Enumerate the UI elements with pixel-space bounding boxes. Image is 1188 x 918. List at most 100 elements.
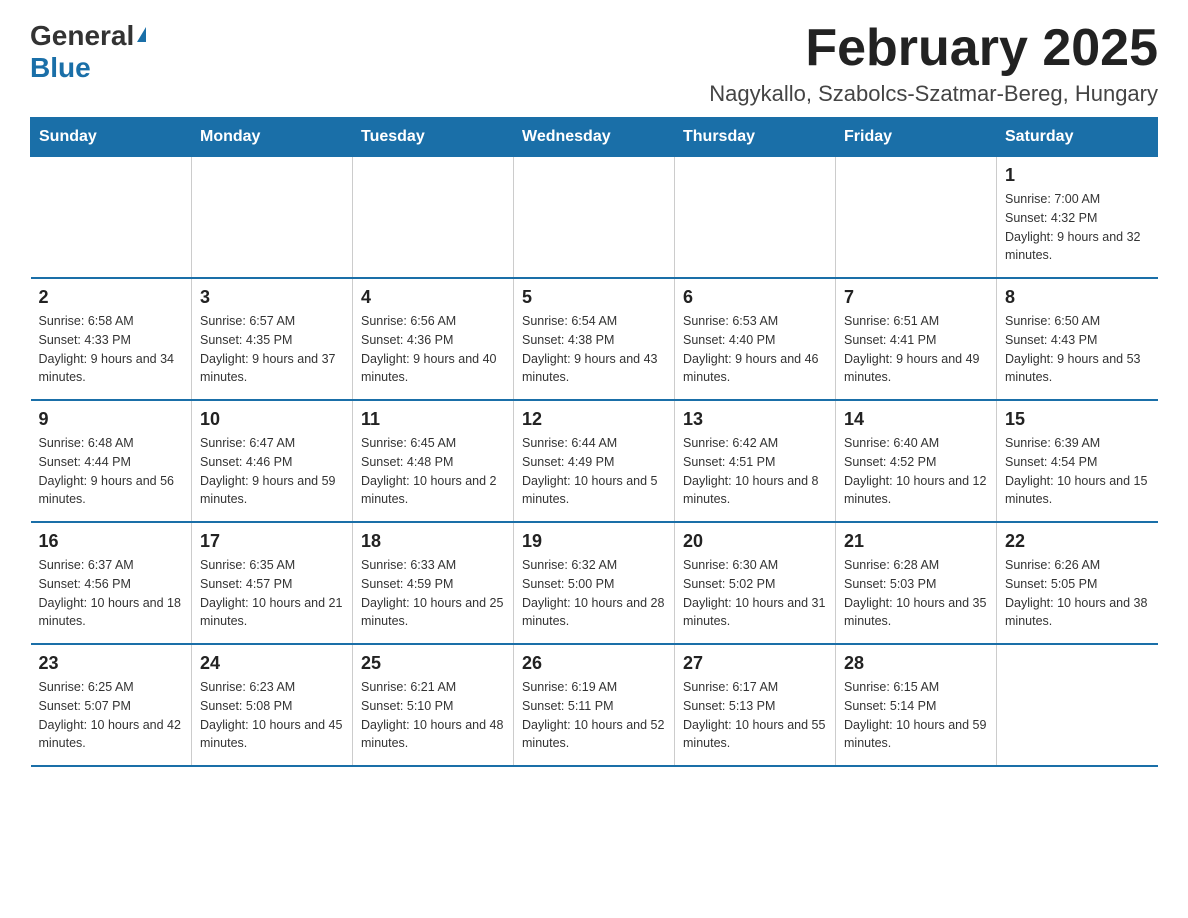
calendar-cell: 9 Sunrise: 6:48 AMSunset: 4:44 PMDaylight…	[31, 400, 192, 522]
day-info: Sunrise: 6:50 AMSunset: 4:43 PMDaylight:…	[1005, 312, 1150, 387]
day-number: 5	[522, 287, 666, 308]
day-number: 11	[361, 409, 505, 430]
calendar-cell	[353, 157, 514, 279]
day-info: Sunrise: 6:44 AMSunset: 4:49 PMDaylight:…	[522, 434, 666, 509]
calendar-cell: 15 Sunrise: 6:39 AMSunset: 4:54 PMDayligh…	[997, 400, 1158, 522]
calendar-table: SundayMondayTuesdayWednesdayThursdayFrid…	[30, 117, 1158, 767]
day-number: 8	[1005, 287, 1150, 308]
day-info: Sunrise: 7:00 AMSunset: 4:32 PMDaylight:…	[1005, 190, 1150, 265]
day-info: Sunrise: 6:15 AMSunset: 5:14 PMDaylight:…	[844, 678, 988, 753]
calendar-cell: 25 Sunrise: 6:21 AMSunset: 5:10 PMDayligh…	[353, 644, 514, 766]
page-header: General Blue February 2025 Nagykallo, Sz…	[30, 20, 1158, 107]
calendar-body: 1 Sunrise: 7:00 AMSunset: 4:32 PMDaylight…	[31, 157, 1158, 767]
day-number: 20	[683, 531, 827, 552]
day-info: Sunrise: 6:42 AMSunset: 4:51 PMDaylight:…	[683, 434, 827, 509]
day-info: Sunrise: 6:57 AMSunset: 4:35 PMDaylight:…	[200, 312, 344, 387]
day-number: 24	[200, 653, 344, 674]
calendar-cell	[31, 157, 192, 279]
calendar-cell: 18Sunrise: 6:33 AMSunset: 4:59 PMDayligh…	[353, 522, 514, 644]
calendar-cell: 14 Sunrise: 6:40 AMSunset: 4:52 PMDayligh…	[836, 400, 997, 522]
day-number: 26	[522, 653, 666, 674]
day-of-week-saturday: Saturday	[997, 118, 1158, 157]
day-info: Sunrise: 6:56 AMSunset: 4:36 PMDaylight:…	[361, 312, 505, 387]
calendar-cell: 19 Sunrise: 6:32 AMSunset: 5:00 PMDayligh…	[514, 522, 675, 644]
day-number: 7	[844, 287, 988, 308]
day-of-week-friday: Friday	[836, 118, 997, 157]
day-number: 15	[1005, 409, 1150, 430]
calendar-cell: 3Sunrise: 6:57 AMSunset: 4:35 PMDaylight…	[192, 278, 353, 400]
day-info: Sunrise: 6:51 AMSunset: 4:41 PMDaylight:…	[844, 312, 988, 387]
day-info: Sunrise: 6:37 AMSunset: 4:56 PMDaylight:…	[39, 556, 184, 631]
day-number: 18	[361, 531, 505, 552]
day-number: 21	[844, 531, 988, 552]
day-number: 4	[361, 287, 505, 308]
day-number: 1	[1005, 165, 1150, 186]
logo-blue-text: Blue	[30, 52, 91, 84]
day-number: 16	[39, 531, 184, 552]
title-area: February 2025 Nagykallo, Szabolcs-Szatma…	[709, 20, 1158, 107]
calendar-cell: 28 Sunrise: 6:15 AMSunset: 5:14 PMDayligh…	[836, 644, 997, 766]
day-info: Sunrise: 6:35 AMSunset: 4:57 PMDaylight:…	[200, 556, 344, 631]
day-number: 28	[844, 653, 988, 674]
day-number: 6	[683, 287, 827, 308]
calendar-cell: 6 Sunrise: 6:53 AMSunset: 4:40 PMDaylight…	[675, 278, 836, 400]
calendar-cell: 11 Sunrise: 6:45 AMSunset: 4:48 PMDayligh…	[353, 400, 514, 522]
week-row-4: 16 Sunrise: 6:37 AMSunset: 4:56 PMDayligh…	[31, 522, 1158, 644]
day-number: 22	[1005, 531, 1150, 552]
day-info: Sunrise: 6:54 AMSunset: 4:38 PMDaylight:…	[522, 312, 666, 387]
day-number: 17	[200, 531, 344, 552]
calendar-cell: 26 Sunrise: 6:19 AMSunset: 5:11 PMDayligh…	[514, 644, 675, 766]
day-info: Sunrise: 6:26 AMSunset: 5:05 PMDaylight:…	[1005, 556, 1150, 631]
calendar-cell: 4 Sunrise: 6:56 AMSunset: 4:36 PMDaylight…	[353, 278, 514, 400]
calendar-cell: 22 Sunrise: 6:26 AMSunset: 5:05 PMDayligh…	[997, 522, 1158, 644]
day-info: Sunrise: 6:28 AMSunset: 5:03 PMDaylight:…	[844, 556, 988, 631]
day-info: Sunrise: 6:23 AMSunset: 5:08 PMDaylight:…	[200, 678, 344, 753]
calendar-cell: 2 Sunrise: 6:58 AMSunset: 4:33 PMDaylight…	[31, 278, 192, 400]
calendar-cell: 24 Sunrise: 6:23 AMSunset: 5:08 PMDayligh…	[192, 644, 353, 766]
calendar-cell: 12Sunrise: 6:44 AMSunset: 4:49 PMDayligh…	[514, 400, 675, 522]
day-info: Sunrise: 6:25 AMSunset: 5:07 PMDaylight:…	[39, 678, 184, 753]
week-row-3: 9 Sunrise: 6:48 AMSunset: 4:44 PMDaylight…	[31, 400, 1158, 522]
logo-triangle-icon	[137, 27, 146, 42]
calendar-cell: 20 Sunrise: 6:30 AMSunset: 5:02 PMDayligh…	[675, 522, 836, 644]
day-number: 9	[39, 409, 184, 430]
calendar-cell	[675, 157, 836, 279]
day-number: 27	[683, 653, 827, 674]
day-of-week-wednesday: Wednesday	[514, 118, 675, 157]
calendar-cell: 10 Sunrise: 6:47 AMSunset: 4:46 PMDayligh…	[192, 400, 353, 522]
day-of-week-monday: Monday	[192, 118, 353, 157]
day-number: 13	[683, 409, 827, 430]
day-info: Sunrise: 6:47 AMSunset: 4:46 PMDaylight:…	[200, 434, 344, 509]
day-info: Sunrise: 6:53 AMSunset: 4:40 PMDaylight:…	[683, 312, 827, 387]
day-number: 19	[522, 531, 666, 552]
calendar-cell: 27 Sunrise: 6:17 AMSunset: 5:13 PMDayligh…	[675, 644, 836, 766]
day-number: 2	[39, 287, 184, 308]
calendar-cell	[997, 644, 1158, 766]
day-info: Sunrise: 6:40 AMSunset: 4:52 PMDaylight:…	[844, 434, 988, 509]
day-info: Sunrise: 6:17 AMSunset: 5:13 PMDaylight:…	[683, 678, 827, 753]
calendar-cell: 21 Sunrise: 6:28 AMSunset: 5:03 PMDayligh…	[836, 522, 997, 644]
day-info: Sunrise: 6:19 AMSunset: 5:11 PMDaylight:…	[522, 678, 666, 753]
day-info: Sunrise: 6:39 AMSunset: 4:54 PMDaylight:…	[1005, 434, 1150, 509]
calendar-subtitle: Nagykallo, Szabolcs-Szatmar-Bereg, Hunga…	[709, 81, 1158, 107]
day-number: 10	[200, 409, 344, 430]
logo: General Blue	[30, 20, 146, 84]
day-info: Sunrise: 6:45 AMSunset: 4:48 PMDaylight:…	[361, 434, 505, 509]
day-of-week-tuesday: Tuesday	[353, 118, 514, 157]
calendar-cell: 23Sunrise: 6:25 AMSunset: 5:07 PMDayligh…	[31, 644, 192, 766]
day-number: 25	[361, 653, 505, 674]
days-of-week-row: SundayMondayTuesdayWednesdayThursdayFrid…	[31, 118, 1158, 157]
day-info: Sunrise: 6:58 AMSunset: 4:33 PMDaylight:…	[39, 312, 184, 387]
calendar-cell	[836, 157, 997, 279]
calendar-title: February 2025	[709, 20, 1158, 77]
calendar-cell: 8 Sunrise: 6:50 AMSunset: 4:43 PMDaylight…	[997, 278, 1158, 400]
week-row-5: 23Sunrise: 6:25 AMSunset: 5:07 PMDayligh…	[31, 644, 1158, 766]
calendar-cell: 1 Sunrise: 7:00 AMSunset: 4:32 PMDaylight…	[997, 157, 1158, 279]
calendar-cell	[514, 157, 675, 279]
day-info: Sunrise: 6:30 AMSunset: 5:02 PMDaylight:…	[683, 556, 827, 631]
day-number: 14	[844, 409, 988, 430]
day-info: Sunrise: 6:48 AMSunset: 4:44 PMDaylight:…	[39, 434, 184, 509]
day-info: Sunrise: 6:21 AMSunset: 5:10 PMDaylight:…	[361, 678, 505, 753]
week-row-2: 2 Sunrise: 6:58 AMSunset: 4:33 PMDaylight…	[31, 278, 1158, 400]
day-info: Sunrise: 6:32 AMSunset: 5:00 PMDaylight:…	[522, 556, 666, 631]
